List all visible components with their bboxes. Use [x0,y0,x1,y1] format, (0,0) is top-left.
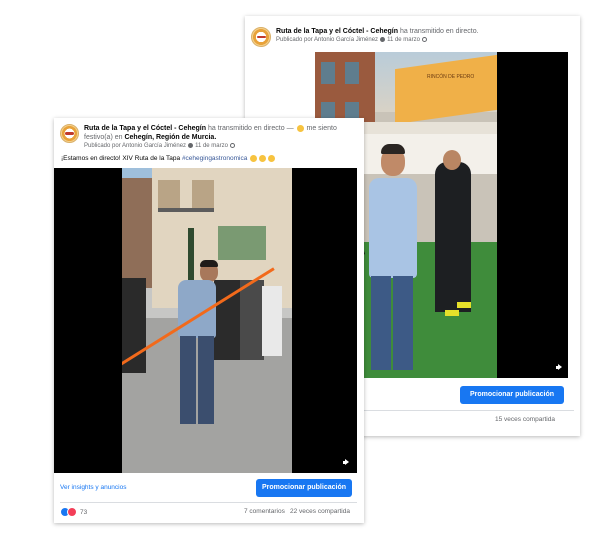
party-emoji-icon [268,155,276,162]
party-emoji-icon [250,155,258,162]
verified-badge-icon [380,36,386,42]
front-post-title: Ruta de la Tapa y el Cóctel - Cehegín ha… [84,124,354,142]
front-post-header: Ruta de la Tapa y el Cóctel - Cehegín ha… [60,124,354,151]
video-frame [122,168,292,473]
page-avatar[interactable] [251,27,271,47]
party-emoji-icon [259,155,267,162]
caption-text: ¡Estamos en directo! XIV Ruta de la Tapa [61,155,181,163]
shares-count[interactable]: 22 veces compartida [290,508,350,515]
back-post-meta: Publicado por Antonio García Jiménez 11 d… [276,36,479,45]
front-live-video[interactable] [54,168,357,473]
published-by-text: Publicado por Antonio García Jiménez [276,37,379,43]
published-by-text: Publicado por Antonio García Jiménez [84,143,187,149]
divider [60,502,357,503]
shop-sign-text: RINCÓN DE PEDRO [427,74,475,80]
love-reaction-icon [67,507,77,517]
post-action-text: ha transmitido en directo. [399,28,479,35]
page-name-link[interactable]: Ruta de la Tapa y el Cóctel - Cehegín [84,125,206,132]
reactions-summary[interactable]: 73 [60,507,87,517]
insights-link[interactable]: Ver insights y anuncios [60,484,126,491]
party-emoji-icon [296,124,304,132]
comments-count[interactable]: 7 comentarios [244,508,285,515]
page-avatar[interactable] [60,124,79,143]
front-post-meta: Publicado por Antonio García Jiménez 11 d… [84,142,354,151]
reactions-count: 73 [80,508,88,516]
shares-count[interactable]: 15 veces compartida [495,416,555,423]
page-name-link[interactable]: Ruta de la Tapa y el Cóctel - Cehegín [276,28,398,35]
back-post-header: Ruta de la Tapa y el Cóctel - Cehegín ha… [251,27,479,47]
post-date-link[interactable]: 11 de marzo [387,37,420,43]
volume-icon[interactable] [556,364,564,371]
globe-icon [229,142,235,148]
post-date-link[interactable]: 11 de marzo [195,143,228,149]
post-caption: ¡Estamos en directo! XIV Ruta de la Tapa… [61,155,276,162]
post-action-text: ha transmitido en directo — [207,125,294,132]
location-link[interactable]: Cehegín, Región de Murcia. [124,134,216,141]
verified-badge-icon [188,142,194,148]
promote-post-button[interactable]: Promocionar publicación [460,386,564,404]
globe-icon [421,36,427,42]
promote-post-button[interactable]: Promocionar publicación [256,479,352,497]
hashtag-link[interactable]: #cehegingastronomica [182,155,247,162]
front-post-card: Ruta de la Tapa y el Cóctel - Cehegín ha… [54,118,364,523]
volume-icon[interactable] [343,459,351,466]
back-post-title: Ruta de la Tapa y el Cóctel - Cehegín ha… [276,27,479,36]
